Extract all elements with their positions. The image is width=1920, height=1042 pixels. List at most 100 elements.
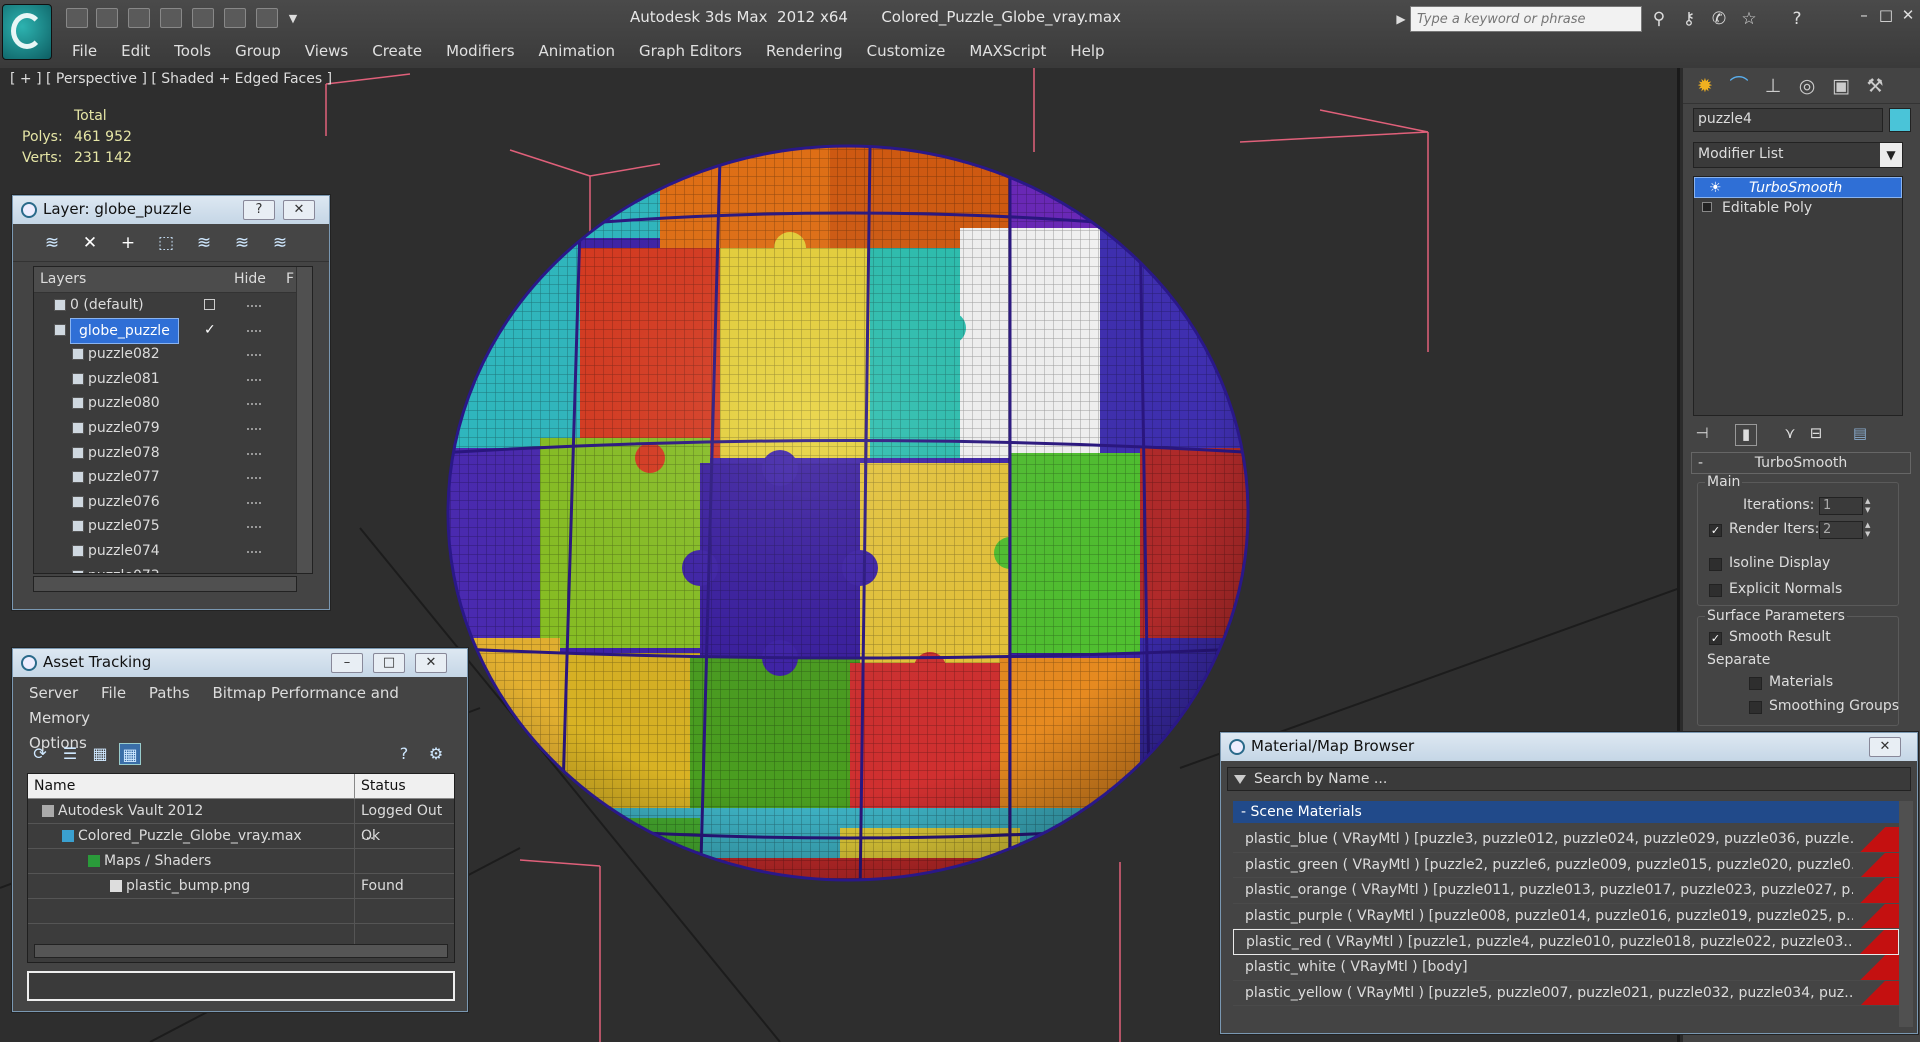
menu-maxscript[interactable]: MAXScript (969, 40, 1046, 64)
help-icon[interactable]: ? (393, 743, 415, 765)
object-row[interactable]: puzzle082 (34, 342, 312, 367)
close-icon[interactable]: ✕ (1869, 737, 1901, 757)
menu-tools[interactable]: Tools (174, 40, 211, 64)
table-row[interactable]: plastic_bump.png Found (28, 874, 454, 899)
object-row[interactable]: puzzle074 (34, 539, 312, 564)
hold-icon[interactable] (224, 8, 246, 28)
asset-horizontal-scrollbar[interactable] (34, 944, 448, 958)
menu-modifiers[interactable]: Modifiers (446, 40, 514, 64)
help-button[interactable]: ? (243, 200, 275, 220)
chevron-down-icon[interactable]: ▼ (1880, 143, 1902, 167)
iterations-spinner[interactable]: 1 (1819, 497, 1863, 515)
binoculars-icon[interactable]: ⚲ (1648, 8, 1670, 30)
layer-row[interactable]: 0 (default) (34, 293, 312, 318)
spinner-arrows-icon[interactable]: ▲ ▼ (1865, 521, 1875, 539)
object-row[interactable]: puzzle076 (34, 490, 312, 515)
display-tab-icon[interactable]: ▣ (1827, 73, 1855, 99)
pin-stack-icon[interactable]: ⊣ (1691, 424, 1713, 446)
checkmark-icon[interactable]: ✓ (204, 318, 216, 342)
hide-toggle[interactable] (247, 526, 261, 529)
create-tab-icon[interactable]: ✹ (1691, 73, 1719, 99)
motion-tab-icon[interactable]: ◎ (1793, 73, 1821, 99)
object-row[interactable]: puzzle073 (34, 564, 312, 573)
table-row[interactable]: Maps / Shaders (28, 849, 454, 874)
material-search-input[interactable]: Search by Name ... (1227, 767, 1911, 791)
make-unique-icon[interactable]: ⋎ (1779, 424, 1801, 446)
settings-icon[interactable]: ⚙ (425, 743, 447, 765)
menu-views[interactable]: Views (305, 40, 348, 64)
configure-sets-icon[interactable]: ▤ (1849, 424, 1871, 446)
list-view-icon[interactable]: ☰ (59, 743, 81, 765)
scene-materials-header[interactable]: - Scene Materials (1233, 801, 1899, 823)
viewport-label[interactable]: [ + ] [ Perspective ] [ Shaded + Edged F… (10, 71, 332, 87)
modifier-list-dropdown[interactable]: Modifier List ▼ (1693, 142, 1903, 168)
object-color-swatch[interactable] (1889, 108, 1911, 132)
hide-all-icon[interactable]: ≋ (231, 232, 253, 254)
select-objects-icon[interactable]: ⬚ (155, 232, 177, 254)
expand-icon[interactable] (1702, 202, 1712, 212)
object-row[interactable]: puzzle081 (34, 367, 312, 392)
render-iters-checkbox[interactable]: ✓ (1709, 524, 1722, 537)
hide-toggle[interactable] (247, 403, 261, 406)
layer-vertical-scrollbar[interactable] (296, 267, 312, 573)
stack-item-turbosmooth[interactable]: ☀ TurboSmooth (1694, 177, 1902, 198)
col-layers[interactable]: Layers (40, 271, 86, 287)
stack-item-editable-poly[interactable]: Editable Poly (1694, 198, 1902, 219)
col-hide[interactable]: Hide (234, 271, 266, 287)
communication-icon[interactable]: ✆ (1708, 8, 1730, 30)
modify-tab-icon[interactable]: ⌒ (1725, 73, 1753, 99)
object-row[interactable]: puzzle080 (34, 391, 312, 416)
current-layer-icon[interactable] (204, 299, 215, 310)
menu-help[interactable]: Help (1070, 40, 1104, 64)
open-file-icon[interactable] (96, 8, 118, 28)
minimize-icon[interactable]: – (331, 653, 363, 673)
hide-toggle[interactable] (247, 378, 261, 381)
col-name[interactable]: Name (34, 774, 75, 798)
menu-group[interactable]: Group (235, 40, 281, 64)
show-end-result-icon[interactable]: ▮ (1735, 424, 1757, 446)
smoothing-groups-checkbox[interactable] (1749, 701, 1762, 714)
menu-file[interactable]: File (72, 40, 97, 64)
material-row[interactable]: plastic_blue ( VRayMtl ) [puzzle3, puzzl… (1233, 827, 1899, 853)
undo-icon[interactable] (160, 8, 182, 28)
chevron-down-icon[interactable]: ▼ (282, 8, 304, 30)
material-row[interactable]: plastic_green ( VRayMtl ) [puzzle2, puzz… (1233, 852, 1899, 879)
material-row[interactable]: plastic_white ( VRayMtl ) [body] (1233, 954, 1899, 981)
hide-toggle[interactable] (247, 501, 261, 504)
layer-row[interactable]: globe_puzzle ✓ (34, 317, 312, 344)
star-icon[interactable]: ☆ (1738, 8, 1760, 30)
refresh-icon[interactable]: ⟳ (29, 743, 51, 765)
table-row[interactable]: Colored_Puzzle_Globe_vray.max Ok (28, 824, 454, 849)
smooth-result-checkbox[interactable]: ✓ (1709, 632, 1722, 645)
save-file-icon[interactable] (128, 8, 150, 28)
menu-customize[interactable]: Customize (867, 40, 946, 64)
menu-animation[interactable]: Animation (539, 40, 615, 64)
chevron-right-icon[interactable]: ▶ (1390, 8, 1412, 30)
menu-graph-editors[interactable]: Graph Editors (639, 40, 742, 64)
object-row[interactable]: puzzle078 (34, 441, 312, 466)
menu-create[interactable]: Create (372, 40, 422, 64)
add-to-layer-icon[interactable]: + (117, 232, 139, 254)
asset-menu-paths[interactable]: Paths (149, 684, 190, 702)
material-row[interactable]: plastic_orange ( VRayMtl ) [puzzle011, p… (1233, 878, 1899, 904)
app-logo-icon[interactable] (2, 4, 52, 60)
freeze-all-icon[interactable]: ≋ (269, 232, 291, 254)
maximize-icon[interactable]: □ (1876, 6, 1896, 26)
menu-rendering[interactable]: Rendering (766, 40, 843, 64)
layer-window-titlebar[interactable]: Layer: globe_puzzle ? ✕ (13, 196, 329, 224)
key-icon[interactable]: ⚷ (1678, 8, 1700, 30)
render-iters-spinner[interactable]: 2 (1819, 521, 1863, 539)
materials-checkbox[interactable] (1749, 677, 1762, 690)
keyword-search-input[interactable] (1410, 6, 1642, 32)
table-row[interactable]: Autodesk Vault 2012 Logged Out ... (28, 799, 454, 843)
asset-menu-server[interactable]: Server (29, 684, 78, 702)
material-row[interactable]: plastic_red ( VRayMtl ) [puzzle1, puzzle… (1233, 929, 1899, 955)
new-file-icon[interactable] (66, 8, 88, 28)
asset-menu-bitmap[interactable]: Bitmap Performance and Memory (29, 684, 399, 727)
close-icon[interactable]: ✕ (415, 653, 447, 673)
hide-toggle[interactable] (247, 550, 261, 553)
help-icon[interactable]: ? (1786, 8, 1808, 30)
highlight-layer-icon[interactable]: ≋ (193, 232, 215, 254)
close-icon[interactable]: ✕ (1898, 6, 1918, 26)
collapse-icon[interactable]: - (1698, 453, 1703, 473)
